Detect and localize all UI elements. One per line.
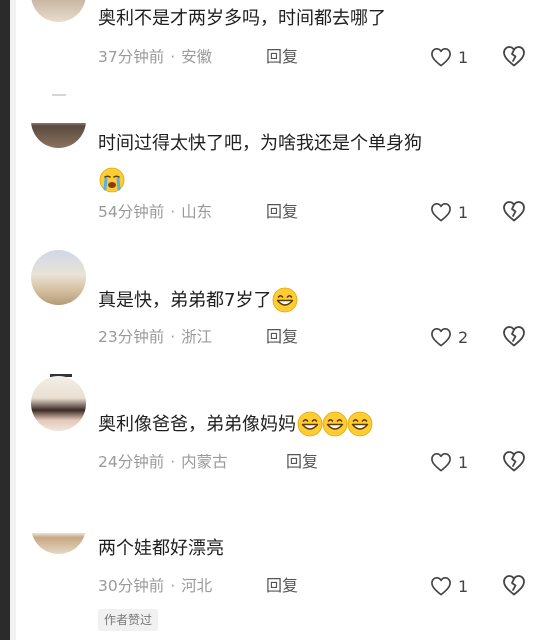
comment-time: 23分钟前 — [98, 328, 165, 346]
grinning-face-icon — [297, 411, 323, 437]
comment-text: 真是快，弟弟都7岁了 — [98, 287, 298, 314]
heart-icon — [430, 452, 452, 472]
grinning-face-icon — [272, 287, 298, 313]
left-edge-bar — [0, 0, 10, 640]
like-count: 1 — [458, 202, 469, 222]
comment-time: 24分钟前 — [98, 453, 165, 471]
left-edge-strip — [10, 0, 16, 640]
divider-mark — [52, 94, 66, 96]
broken-heart-icon — [502, 46, 526, 71]
comment-location: 河北 — [181, 577, 213, 595]
reply-button[interactable]: 回复 — [266, 325, 298, 349]
grinning-face-icon — [347, 411, 373, 437]
comment-meta: 54分钟前 · 山东 — [98, 203, 213, 221]
comment-text: 时间过得太快了吧，为啥我还是个单身狗 — [98, 133, 422, 154]
heart-icon — [430, 327, 452, 347]
comment-meta: 24分钟前 · 内蒙古 — [98, 453, 228, 471]
dislike-button[interactable] — [502, 200, 526, 224]
like-count: 1 — [458, 452, 469, 472]
heart-icon — [430, 576, 452, 596]
comment-meta: 30分钟前 · 河北 — [98, 577, 213, 595]
comment-time: 37分钟前 — [98, 48, 165, 66]
avatar[interactable] — [31, 123, 86, 148]
avatar[interactable] — [31, 250, 86, 305]
comment-location: 内蒙古 — [181, 453, 228, 471]
comment-location: 安徽 — [181, 48, 213, 66]
broken-heart-icon — [502, 451, 526, 476]
comment-time: 30分钟前 — [98, 577, 165, 595]
avatar[interactable] — [31, 0, 86, 22]
like-button[interactable]: 1 — [430, 200, 468, 224]
dislike-button[interactable] — [502, 574, 526, 598]
comment-meta: 37分钟前 · 安徽 — [98, 48, 213, 66]
heart-icon — [430, 47, 452, 67]
heart-icon — [430, 202, 452, 222]
like-count: 2 — [458, 327, 469, 347]
comment-time: 54分钟前 — [98, 203, 165, 221]
broken-heart-icon — [502, 201, 526, 226]
like-button[interactable]: 1 — [430, 450, 468, 474]
reply-button[interactable]: 回复 — [266, 574, 298, 598]
comment-text: 奥利不是才两岁多吗，时间都去哪了 — [98, 8, 386, 29]
comment-text-content: 奥利像爸爸，弟弟像妈妈 — [98, 414, 296, 435]
reply-button[interactable]: 回复 — [286, 450, 318, 474]
avatar[interactable] — [31, 533, 86, 554]
comment-meta: 23分钟前 · 浙江 — [98, 328, 213, 346]
broken-heart-icon — [502, 575, 526, 600]
reply-button[interactable]: 回复 — [266, 200, 298, 224]
like-count: 1 — [458, 47, 469, 67]
grinning-face-icon — [322, 411, 348, 437]
crying-face-icon — [99, 167, 125, 193]
author-liked-badge: 作者赞过 — [98, 609, 159, 631]
avatar[interactable] — [31, 376, 86, 431]
broken-heart-icon — [502, 326, 526, 351]
comment-text: 奥利像爸爸，弟弟像妈妈 — [98, 411, 373, 438]
like-count: 1 — [458, 576, 469, 596]
reply-button[interactable]: 回复 — [266, 45, 298, 69]
comment-location: 山东 — [181, 203, 213, 221]
like-button[interactable]: 2 — [430, 325, 468, 349]
dislike-button[interactable] — [502, 450, 526, 474]
like-button[interactable]: 1 — [430, 45, 468, 69]
comment-text: 两个娃都好漂亮 — [98, 538, 224, 559]
dislike-button[interactable] — [502, 45, 526, 69]
like-button[interactable]: 1 — [430, 574, 468, 598]
comment-text-content: 真是快，弟弟都7岁了 — [98, 290, 272, 311]
dislike-button[interactable] — [502, 325, 526, 349]
comment-location: 浙江 — [181, 328, 213, 346]
